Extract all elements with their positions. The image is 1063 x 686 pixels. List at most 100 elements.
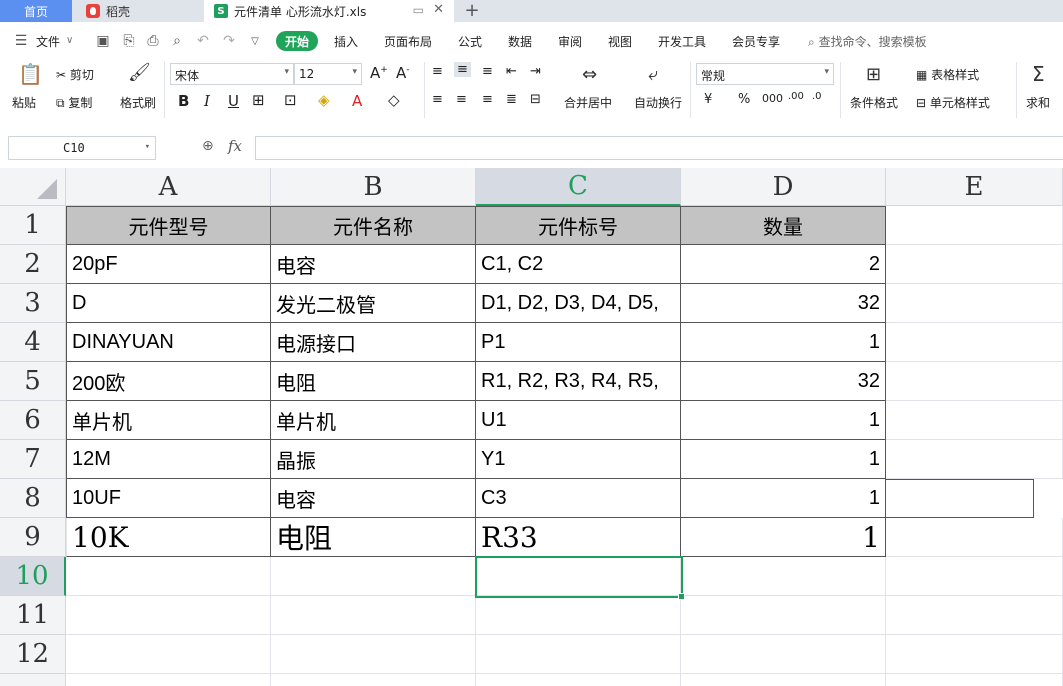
align-left-icon[interactable]: ≡ (432, 92, 443, 107)
empty-cell[interactable] (681, 635, 886, 674)
cell-name[interactable]: 电源接口 (271, 323, 476, 362)
align-right-icon[interactable]: ≡ (482, 92, 493, 107)
cell-name[interactable]: 单片机 (271, 401, 476, 440)
currency-icon[interactable]: ¥ (704, 92, 712, 107)
print-preview-icon[interactable]: ⌕ (168, 32, 186, 50)
pin-icon[interactable]: ▭ (413, 3, 424, 17)
tab-docer[interactable]: 稻壳 (74, 0, 202, 22)
menu-page-layout[interactable]: 页面布局 (384, 33, 432, 50)
italic-icon[interactable]: I (204, 92, 210, 110)
cell-designator[interactable]: R1, R2, R3, R4, R5, (476, 362, 681, 401)
row-header-12[interactable]: 12 (0, 635, 66, 674)
increase-decimal-icon[interactable]: .00 (788, 91, 804, 102)
decrease-indent-icon[interactable]: ⇤ (506, 64, 517, 79)
row-header-3[interactable]: 3 (0, 284, 66, 323)
cell-model[interactable]: DINAYUAN (66, 323, 271, 362)
decrease-decimal-icon[interactable]: .0 (812, 91, 822, 102)
command-search[interactable]: ⌕ 查找命令、搜索模板 (808, 33, 927, 50)
merge-center-icon[interactable]: ⇔ (582, 64, 597, 85)
empty-cell[interactable] (66, 596, 271, 635)
table-header-cell[interactable]: 元件名称 (271, 206, 476, 245)
sum-button[interactable]: 求和 (1026, 94, 1050, 111)
menu-view[interactable]: 视图 (608, 33, 632, 50)
empty-cell[interactable] (66, 674, 271, 686)
cell-designator[interactable]: R33 (476, 518, 681, 557)
menu-developer[interactable]: 开发工具 (658, 33, 706, 50)
name-box[interactable]: C10 ▾ (8, 136, 156, 160)
empty-cell[interactable] (886, 635, 1063, 674)
column-header-c[interactable]: C (476, 168, 681, 206)
row-header-4[interactable]: 4 (0, 323, 66, 362)
cell-model[interactable]: 12M (66, 440, 271, 479)
align-bottom-icon[interactable]: ≡ (482, 64, 493, 79)
cell-model[interactable]: 20pF (66, 245, 271, 284)
fill-color-icon[interactable]: ◈ (318, 91, 330, 109)
undo-icon[interactable]: ↶ (194, 32, 212, 50)
menu-file[interactable]: 文件 (36, 33, 60, 50)
cell-name[interactable]: 电阻 (271, 362, 476, 401)
menu-insert[interactable]: 插入 (334, 33, 358, 50)
wrap-text-button[interactable]: 自动换行 (634, 94, 682, 111)
copy-button[interactable]: ⧉ 复制 (56, 94, 92, 111)
conditional-format-icon[interactable]: ⊞ (866, 64, 881, 85)
cell-style-button[interactable]: ⊟ 单元格样式 (916, 94, 990, 111)
menu-data[interactable]: 数据 (508, 33, 532, 50)
cell-name[interactable]: 发光二极管 (271, 284, 476, 323)
empty-cell[interactable] (66, 557, 271, 596)
row-header-6[interactable]: 6 (0, 401, 66, 440)
paste-button[interactable]: 粘贴 (12, 94, 36, 111)
column-header-d[interactable]: D (681, 168, 886, 206)
table-header-cell[interactable]: 数量 (681, 206, 886, 245)
font-name-select[interactable]: 宋体 ▾ (170, 63, 294, 85)
cell-designator[interactable]: U1 (476, 401, 681, 440)
clear-format-icon[interactable]: ◇ (388, 91, 400, 109)
empty-bordered-cell[interactable] (886, 479, 1034, 518)
number-format-select[interactable]: 常规 ▾ (696, 63, 834, 85)
menu-start[interactable]: 开始 (276, 31, 318, 51)
font-color-icon[interactable]: A (352, 92, 362, 110)
empty-cell[interactable] (886, 362, 1063, 401)
empty-cell[interactable] (271, 674, 476, 686)
percent-icon[interactable]: % (738, 92, 750, 107)
format-painter-button[interactable]: 格式刷 (120, 94, 156, 111)
table-style-button[interactable]: ▦ 表格样式 (916, 66, 979, 83)
cell-designator[interactable]: Y1 (476, 440, 681, 479)
empty-cell[interactable] (681, 596, 886, 635)
sum-icon[interactable]: Σ (1032, 62, 1045, 86)
cell-quantity[interactable]: 32 (681, 284, 886, 323)
thousands-separator-icon[interactable]: 000 (762, 92, 783, 105)
empty-cell[interactable] (886, 206, 1063, 245)
empty-cell[interactable] (476, 635, 681, 674)
print-icon[interactable]: ⎙ (144, 32, 162, 50)
function-icon[interactable]: fx (228, 137, 242, 155)
cell-quantity[interactable]: 1 (681, 401, 886, 440)
borders-icon[interactable]: ⊞ (252, 91, 265, 109)
empty-cell[interactable] (886, 284, 1063, 323)
cell-name[interactable]: 电阻 (271, 518, 476, 557)
increase-indent-icon[interactable]: ⇥ (530, 64, 541, 79)
row-header-8[interactable]: 8 (0, 479, 66, 518)
bold-icon[interactable]: B (178, 92, 189, 110)
redo-icon[interactable]: ↷ (220, 32, 238, 50)
empty-cell[interactable] (476, 674, 681, 686)
select-all-corner[interactable] (0, 168, 66, 206)
empty-cell[interactable] (681, 674, 886, 686)
row-header-7[interactable]: 7 (0, 440, 66, 479)
empty-cell[interactable] (476, 596, 681, 635)
justify-icon[interactable]: ≣ (506, 92, 517, 107)
align-middle-icon[interactable]: ≡ (454, 62, 471, 77)
empty-cell[interactable] (271, 635, 476, 674)
cell-designator[interactable]: C1, C2 (476, 245, 681, 284)
empty-cell[interactable] (886, 323, 1063, 362)
table-header-cell[interactable]: 元件标号 (476, 206, 681, 245)
save-icon[interactable]: ▣ (94, 32, 112, 50)
format-painter-icon[interactable]: 🖌 (128, 62, 151, 83)
cell-model[interactable]: 200欧 (66, 362, 271, 401)
cell-designator[interactable]: C3 (476, 479, 681, 518)
menu-review[interactable]: 审阅 (558, 33, 582, 50)
row-header-11[interactable]: 11 (0, 596, 66, 635)
conditional-format-button[interactable]: 条件格式 (850, 94, 898, 111)
row-header-2[interactable]: 2 (0, 245, 66, 284)
decrease-font-icon[interactable]: A- (396, 64, 410, 82)
column-header-a[interactable]: A (66, 168, 271, 206)
